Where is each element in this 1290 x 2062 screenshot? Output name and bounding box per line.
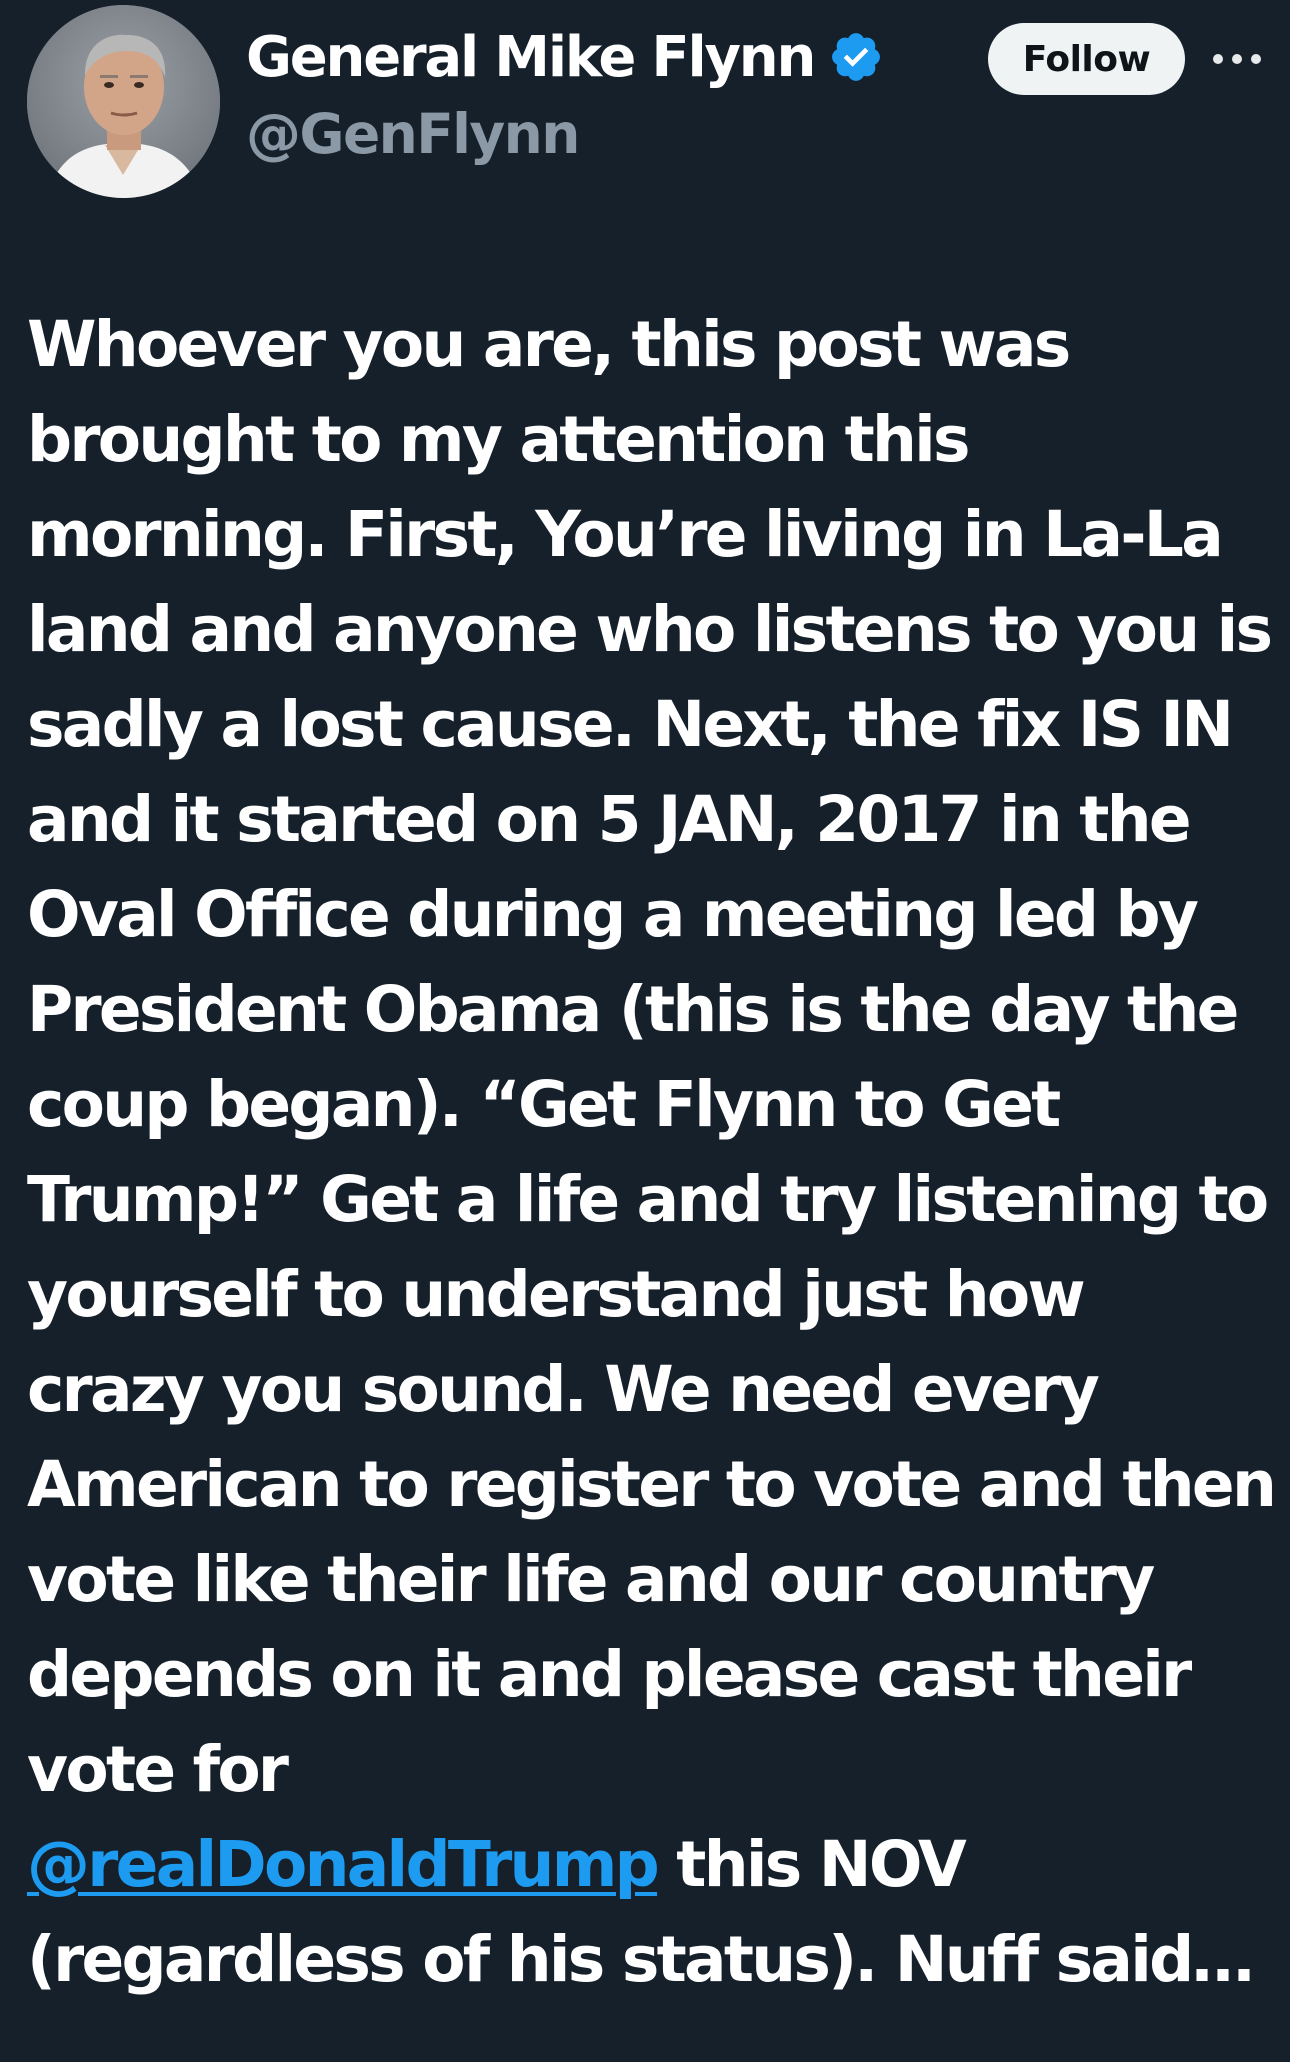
author-display-name[interactable]: General Mike Flynn xyxy=(246,25,816,90)
more-options-icon[interactable] xyxy=(1213,42,1261,76)
tweet-header: General Mike Flynn @GenFlynn Follow xyxy=(0,0,1290,210)
author-handle[interactable]: @GenFlynn xyxy=(246,102,884,166)
avatar-photo xyxy=(27,5,220,198)
tweet-text-body: Whoever you are, this post was brought t… xyxy=(27,308,1277,1806)
display-name-row: General Mike Flynn xyxy=(246,18,884,96)
follow-button[interactable]: Follow xyxy=(988,23,1185,95)
tweet-text: Whoever you are, this post was brought t… xyxy=(27,297,1277,2007)
verified-badge-icon[interactable] xyxy=(828,29,884,85)
mention-link[interactable]: @realDonaldTrump xyxy=(27,1828,660,1901)
author-avatar[interactable] xyxy=(27,5,220,198)
more-dot xyxy=(1251,54,1261,64)
author-names: General Mike Flynn @GenFlynn xyxy=(246,18,884,166)
more-dot xyxy=(1213,54,1223,64)
more-dot xyxy=(1232,54,1242,64)
